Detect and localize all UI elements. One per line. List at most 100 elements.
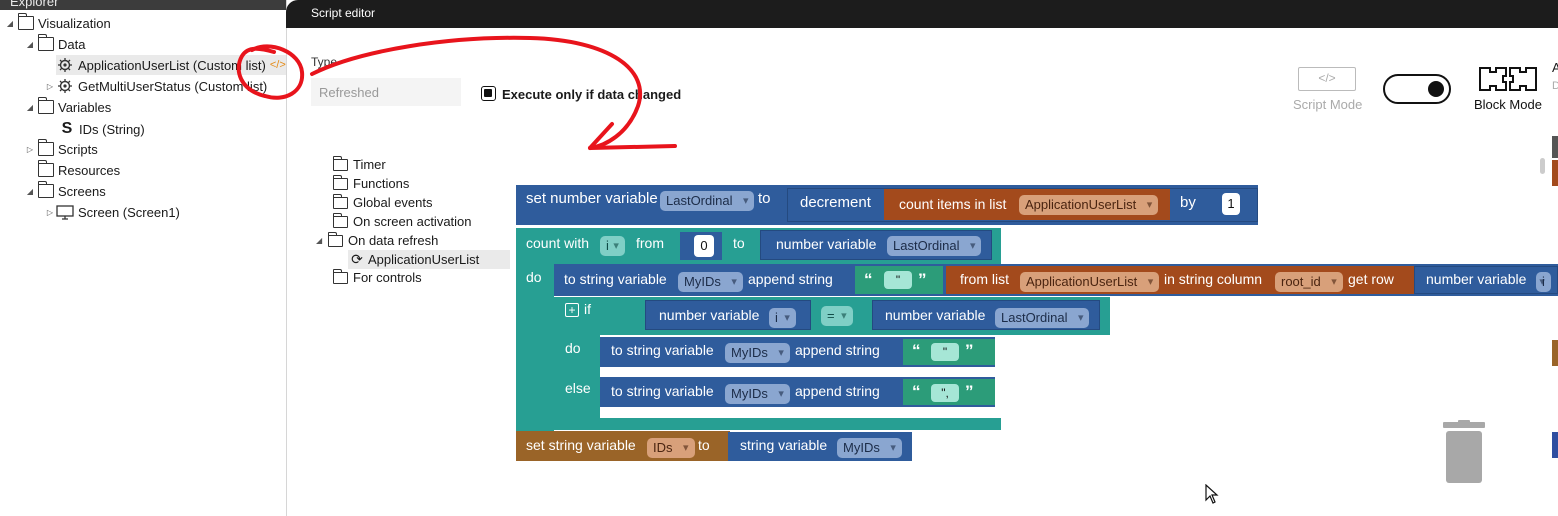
mouse-cursor-icon: [1205, 484, 1219, 504]
plus-icon[interactable]: +: [565, 303, 579, 317]
mode-toggle-knob[interactable]: [1428, 81, 1444, 97]
tree-node-label: Scripts: [58, 141, 98, 157]
tree-node-resources[interactable]: Resources: [36, 160, 120, 180]
tree-node-screens[interactable]: ◢ Screens: [24, 181, 106, 201]
block-label: count with: [526, 235, 590, 251]
block-label: append string: [748, 271, 833, 287]
category-on-screen-activation[interactable]: On screen activation: [333, 212, 472, 231]
block-label: set number variable: [526, 190, 658, 207]
string-input[interactable]: ": [884, 271, 912, 289]
category-label: Functions: [353, 176, 410, 191]
list-dropdown[interactable]: ApplicationUserList: [1020, 272, 1160, 292]
block-label: number variable: [776, 236, 877, 252]
folder-icon: [38, 181, 54, 198]
toolbox-color-strip: [1552, 160, 1558, 186]
expand-arrow-icon[interactable]: ▷: [44, 82, 56, 91]
block-label: by: [1180, 194, 1196, 211]
explorer-header: Explorer: [0, 0, 286, 10]
block-label: in string column: [1164, 271, 1263, 287]
variable-dropdown[interactable]: LastOrdinal: [995, 308, 1090, 328]
tree-node-visualization[interactable]: ◢ Visualization: [4, 13, 111, 33]
gear-icon: [58, 58, 72, 72]
quote-close-icon: ”: [965, 382, 974, 401]
category-label: On data refresh: [348, 233, 439, 248]
tree-node-screen1[interactable]: ▷ Screen (Screen1): [44, 202, 180, 222]
quote-open-icon: “: [864, 270, 873, 289]
cut-off-text: A: [1552, 60, 1558, 75]
column-dropdown[interactable]: root_id: [1275, 272, 1343, 292]
variable-dropdown[interactable]: MyIDs: [837, 438, 902, 458]
category-global-events[interactable]: Global events: [333, 193, 433, 212]
block-label: else: [565, 380, 591, 396]
explorer-title: Explorer: [10, 0, 59, 9]
block-label: number variable: [885, 307, 986, 323]
script-editor-titlebar: [286, 0, 1558, 28]
folder-icon: [333, 174, 348, 190]
block-label: append string: [795, 342, 880, 358]
tree-node-variables[interactable]: ◢ Variables: [24, 97, 111, 117]
block-label: if: [584, 301, 591, 317]
monitor-icon: [56, 204, 74, 220]
collapse-arrow-icon[interactable]: ◢: [316, 236, 328, 245]
category-label: On screen activation: [353, 214, 472, 229]
block-label: decrement: [800, 194, 871, 211]
cut-off-text: D: [1552, 80, 1558, 92]
operator-dropdown[interactable]: =: [821, 306, 853, 326]
block-label: number variable: [1426, 271, 1527, 287]
collapse-arrow-icon[interactable]: ◢: [4, 19, 16, 28]
tree-node-scripts[interactable]: ▷ Scripts: [24, 139, 98, 159]
script-mode-label[interactable]: Script Mode: [1293, 97, 1362, 112]
expand-arrow-icon[interactable]: ▷: [44, 208, 56, 217]
variable-dropdown[interactable]: i: [1536, 272, 1551, 292]
collapse-arrow-icon[interactable]: ◢: [24, 40, 36, 49]
category-application-user-list[interactable]: ⟳ ApplicationUserList: [348, 250, 510, 269]
gear-icon: [58, 79, 72, 93]
number-input[interactable]: 0: [694, 235, 714, 257]
block-mode-icon[interactable]: [1478, 66, 1538, 92]
loop-footer: [516, 418, 1001, 430]
string-input[interactable]: ": [931, 343, 959, 361]
variable-dropdown[interactable]: MyIDs: [725, 343, 790, 363]
quote-open-icon: “: [912, 382, 921, 401]
block-label: string variable: [740, 437, 828, 453]
variable-dropdown[interactable]: MyIDs: [678, 272, 743, 292]
folder-icon: [328, 231, 343, 247]
tree-node-label: Screen (Screen1): [78, 204, 180, 220]
block-mode-label[interactable]: Block Mode: [1474, 97, 1542, 112]
script-editor-title: Script editor: [311, 6, 376, 20]
block-label: from list: [960, 271, 1009, 287]
variable-dropdown[interactable]: MyIDs: [725, 384, 790, 404]
folder-icon: [38, 34, 54, 51]
variable-dropdown[interactable]: LastOrdinal: [887, 236, 982, 256]
folder-icon: [333, 193, 348, 209]
variable-dropdown[interactable]: i: [769, 308, 796, 328]
loop-variable-dropdown[interactable]: i: [600, 236, 625, 256]
folder-icon: [38, 97, 54, 114]
block-label: to string variable: [564, 271, 667, 287]
tree-node-data[interactable]: ◢ Data: [24, 34, 85, 54]
script-mode-icon[interactable]: </>: [1298, 67, 1356, 91]
block-label: to string variable: [611, 342, 714, 358]
variable-dropdown[interactable]: LastOrdinal: [660, 191, 755, 211]
refresh-icon: ⟳: [351, 251, 363, 267]
category-functions[interactable]: Functions: [333, 174, 409, 193]
tree-node-ids-string[interactable]: S IDs (String): [58, 119, 145, 139]
toolbox-color-strip: [1552, 432, 1558, 458]
trash-icon[interactable]: [1442, 420, 1486, 484]
folder-icon: [38, 160, 54, 177]
scrollbar-thumb[interactable]: [1540, 158, 1545, 174]
category-on-data-refresh[interactable]: ◢ On data refresh: [316, 231, 438, 250]
collapse-arrow-icon[interactable]: ◢: [24, 187, 36, 196]
collapse-arrow-icon[interactable]: ◢: [24, 103, 36, 112]
number-input[interactable]: 1: [1222, 193, 1240, 215]
list-dropdown[interactable]: ApplicationUserList: [1019, 195, 1159, 215]
red-annotation-overlay: [236, 35, 677, 150]
variable-dropdown[interactable]: IDs: [647, 438, 695, 458]
string-input[interactable]: ",: [931, 384, 959, 402]
expand-arrow-icon[interactable]: ▷: [24, 145, 36, 154]
category-for-controls[interactable]: For controls: [333, 268, 422, 287]
category-label: ApplicationUserList: [368, 252, 480, 267]
block-label: get row: [1348, 271, 1394, 287]
block-label: do: [526, 269, 542, 285]
tree-node-label: Variables: [58, 99, 112, 115]
